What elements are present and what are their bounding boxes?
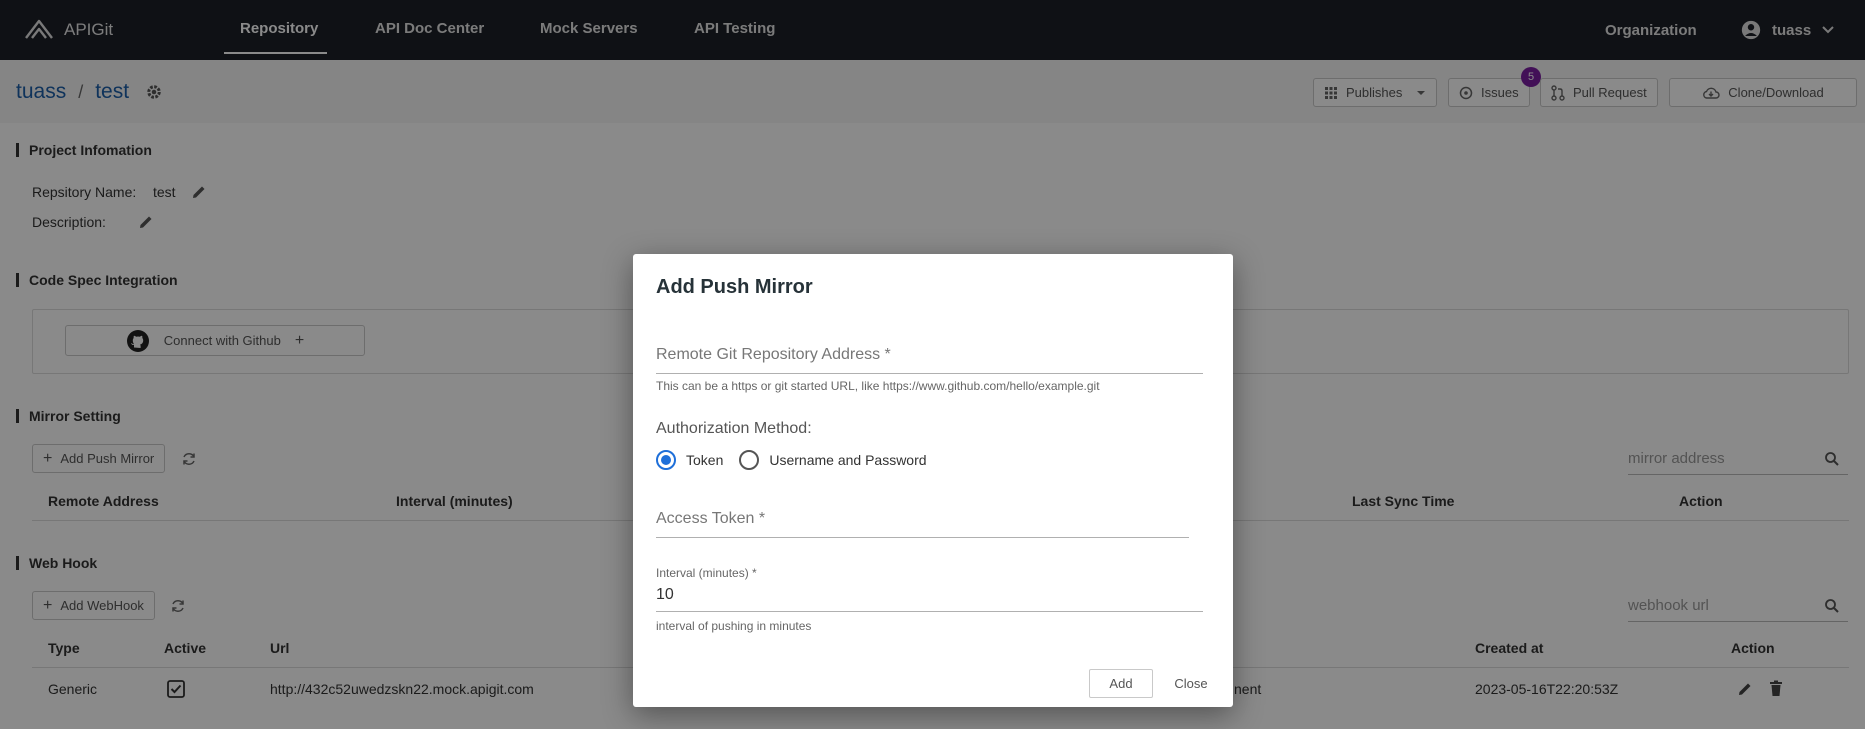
radio-username-password[interactable] [739,450,760,470]
add-push-mirror-dialog: Add Push Mirror This can be a https or g… [633,254,1233,707]
interval-field [656,586,1203,612]
add-button[interactable]: Add [1089,669,1153,698]
interval-input[interactable] [656,586,1203,604]
remote-address-field [656,346,1203,374]
remote-address-hint: This can be a https or git started URL, … [656,379,1100,393]
dialog-title: Add Push Mirror [656,276,813,298]
radio-token[interactable] [656,450,676,470]
remote-address-input[interactable] [656,346,1203,364]
interval-label: Interval (minutes) * [656,566,757,580]
interval-hint: interval of pushing in minutes [656,619,812,633]
auth-method-group: Token Username and Password [656,450,927,470]
radio-username-password-label[interactable]: Username and Password [769,452,926,468]
access-token-input[interactable] [656,510,1189,528]
close-button[interactable]: Close [1167,669,1215,698]
auth-method-label: Authorization Method: [656,420,812,437]
radio-token-label[interactable]: Token [686,452,723,468]
access-token-field [656,510,1189,538]
